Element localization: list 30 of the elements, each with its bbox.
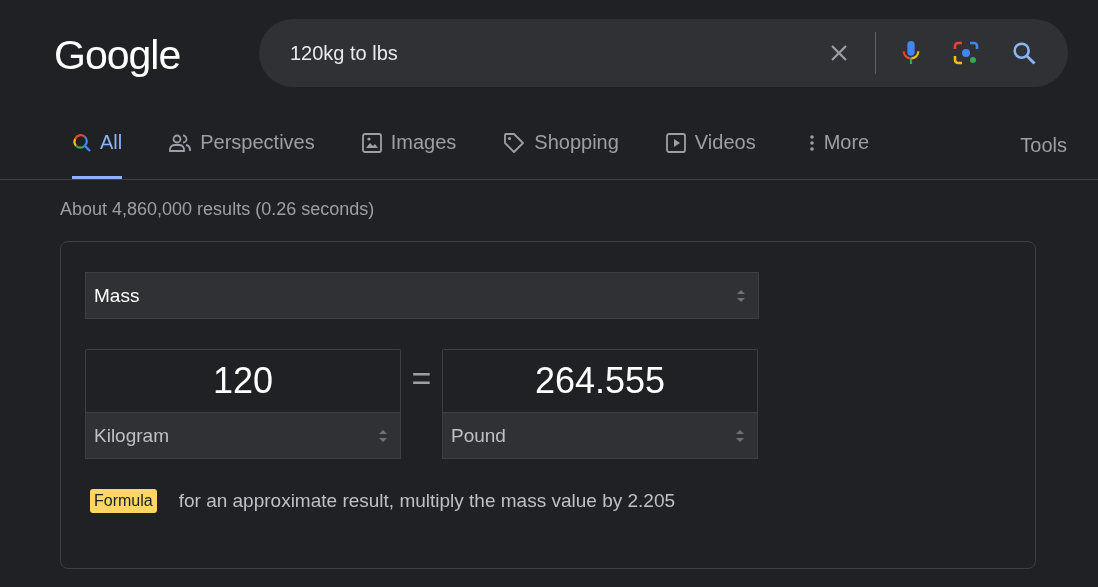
search-tab[interactable]: More [807,107,870,179]
tools-button[interactable]: Tools [1020,133,1067,157]
updown-icon [378,427,388,444]
updown-icon [735,427,745,444]
value-field[interactable]: 120 [85,349,401,412]
search-tab[interactable]: Images [360,107,457,179]
people-icon [168,132,193,153]
result-stats: About 4,860,000 results (0.26 seconds) [60,198,376,221]
play-icon [664,131,687,154]
equals-sign: = [410,359,433,398]
quantity-select[interactable]: Mass [85,272,759,319]
unit-select[interactable]: Kilogram [85,412,401,459]
search-tab[interactable]: All [72,107,123,179]
formula-label: Formula [90,489,157,513]
unit-select[interactable]: Pound [442,412,758,459]
tag-icon [502,130,527,155]
search-tab[interactable]: Perspectives [168,107,315,179]
google-logo[interactable]: Google [54,31,259,79]
search-icon [72,132,92,153]
camera-icon[interactable] [952,39,980,67]
formula-text: for an approximate result, multiply the mass value by 2.205 [178,490,676,512]
microphone-icon[interactable] [900,39,922,67]
search-tab[interactable]: Videos [664,107,756,179]
search-field[interactable]: 120kg to lbs [290,41,827,65]
more-icon [807,132,816,153]
search-tab[interactable]: Shopping [502,107,619,179]
updown-icon [736,287,746,304]
search-icon[interactable] [1010,39,1038,67]
image-icon [360,131,383,154]
value-field[interactable]: 264.555 [442,349,758,412]
